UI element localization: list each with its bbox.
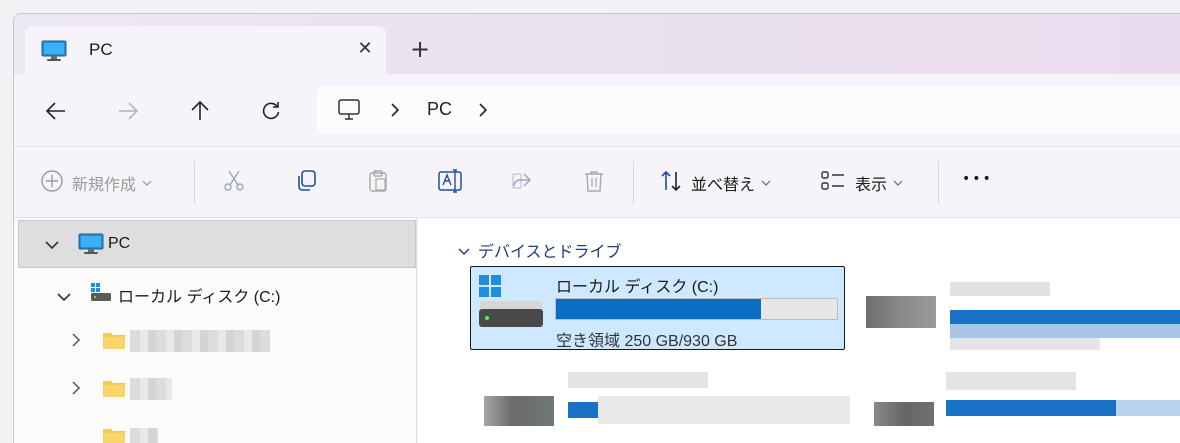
copy-icon[interactable] [294, 169, 318, 193]
drive-icon [90, 281, 112, 307]
toolbar-separator [938, 161, 939, 205]
toolbar-separator [194, 161, 195, 205]
computer-icon [41, 40, 67, 66]
blurred-drive-tile[interactable] [874, 372, 1180, 432]
blurred-folder-name [130, 428, 158, 443]
chevron-down-icon [893, 178, 903, 189]
sort-button[interactable]: 並べ替え [659, 169, 771, 197]
sidebar-item-folder[interactable] [14, 316, 417, 364]
back-arrow-icon[interactable] [41, 96, 71, 126]
more-options-button[interactable]: ••• [962, 171, 993, 187]
toolbar-separator [633, 161, 634, 205]
group-label: デバイスとドライブ [478, 242, 622, 261]
rename-icon[interactable] [438, 169, 464, 193]
delete-icon[interactable] [582, 169, 606, 193]
computer-outline-icon [337, 98, 361, 126]
sidebar-item-folder[interactable] [14, 412, 417, 443]
drive-usage-fill [556, 299, 762, 319]
chevron-down-icon [761, 178, 771, 189]
computer-icon [78, 233, 104, 259]
sort-arrows-icon [659, 169, 683, 197]
drive-free-space: 空き領域 250 GB/930 GB [556, 333, 738, 350]
sidebar-item-folder[interactable] [14, 364, 417, 412]
folder-icon [102, 378, 126, 402]
paste-icon[interactable] [366, 169, 390, 193]
plus-circle-icon [40, 169, 64, 197]
forward-arrow-icon[interactable] [113, 96, 143, 126]
blurred-drive-tile[interactable] [866, 282, 1180, 350]
sidebar-item-label: ローカル ディスク (C:) [118, 289, 281, 306]
new-label: 新規作成 [72, 175, 137, 194]
view-list-icon [821, 169, 847, 197]
folder-icon [102, 330, 126, 354]
chevron-down-icon[interactable] [57, 287, 71, 306]
drive-name: ローカル ディスク (C:) [556, 279, 719, 296]
share-icon[interactable] [510, 169, 534, 193]
chevron-right-icon[interactable] [389, 100, 401, 124]
sidebar-item-pc[interactable]: PC [18, 220, 416, 268]
view-button[interactable]: 表示 [821, 169, 903, 197]
chevron-right-icon[interactable] [71, 380, 81, 399]
chevron-right-icon[interactable] [477, 100, 489, 124]
close-tab-icon[interactable]: ✕ [353, 37, 377, 61]
cut-icon[interactable] [222, 169, 246, 193]
drive-usage-bar [555, 298, 838, 320]
chevron-down-icon[interactable] [45, 235, 59, 254]
chevron-down-icon[interactable] [458, 241, 470, 260]
command-bar: 新規作成 並べ替え 表示 ••• [14, 146, 1180, 218]
sidebar-item-local-disk[interactable]: ローカル ディスク (C:) [14, 269, 417, 317]
refresh-icon[interactable] [256, 96, 286, 126]
address-bar[interactable]: PC [317, 86, 1180, 134]
new-button[interactable]: 新規作成 [40, 169, 152, 197]
chevron-down-icon [142, 178, 152, 189]
sidebar-item-label: PC [108, 235, 131, 252]
drive-icon [477, 273, 545, 333]
file-explorer-window: PC ✕ + PC 新規作成 並べ替え 表示 ••• PC ローカル ディスク … [13, 13, 1180, 443]
title-bar: PC ✕ + [14, 14, 1180, 74]
blurred-folder-name [130, 330, 270, 352]
folder-icon [102, 426, 126, 443]
chevron-right-icon[interactable] [71, 332, 81, 351]
breadcrumb-pc[interactable]: PC [427, 99, 452, 120]
view-label: 表示 [855, 175, 888, 194]
tab-pc[interactable]: PC ✕ [25, 26, 386, 74]
blurred-drive-tile[interactable] [484, 372, 854, 432]
sort-label: 並べ替え [691, 175, 756, 194]
tab-title: PC [89, 40, 113, 59]
navigation-pane: PC ローカル ディスク (C:) [14, 218, 417, 443]
content-pane: デバイスとドライブ ローカル ディスク (C:) 空き領域 250 GB/930… [418, 218, 1180, 443]
new-tab-button[interactable]: + [408, 37, 432, 61]
blurred-folder-name [130, 378, 172, 400]
drive-tile-c[interactable]: ローカル ディスク (C:) 空き領域 250 GB/930 GB [470, 266, 845, 350]
navigation-bar: PC [14, 74, 1180, 146]
up-arrow-icon[interactable] [185, 96, 215, 126]
group-header[interactable]: デバイスとドライブ [458, 238, 622, 262]
